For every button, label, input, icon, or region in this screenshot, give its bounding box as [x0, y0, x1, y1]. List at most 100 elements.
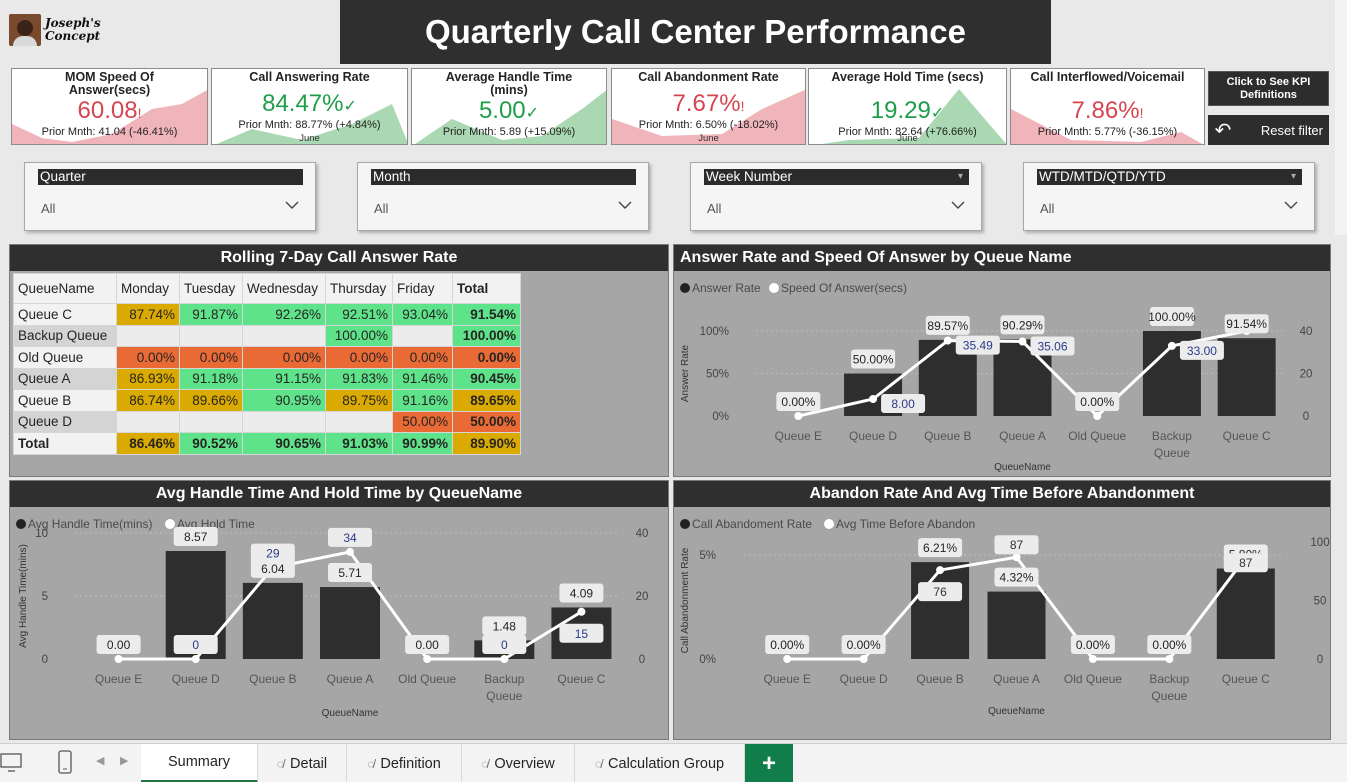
line-point[interactable]	[1088, 655, 1097, 663]
matrix-cell	[242, 410, 326, 433]
line-point[interactable]	[500, 655, 509, 663]
tab-summary[interactable]: Summary	[141, 744, 258, 782]
kpi-value-text: 5.00	[478, 97, 526, 124]
y-tick-left: 100%	[700, 326, 729, 338]
matrix-cell: 91.15%	[242, 367, 326, 390]
line-point[interactable]	[1165, 655, 1174, 663]
legend-label[interactable]: Speed Of Answer(secs)	[781, 281, 907, 295]
line-point[interactable]	[114, 655, 123, 663]
line-point[interactable]	[1012, 553, 1021, 562]
bar-data-label-group: 0.00	[96, 635, 141, 654]
slicer-week-number[interactable]: Week Number ▾ All	[690, 162, 982, 231]
x-tick-label: Queue D	[849, 429, 897, 443]
line-point[interactable]	[794, 412, 803, 420]
matrix-header-row: QueueName Monday Tuesday Wednesday Thursday F…	[13, 273, 521, 304]
matrix-column-header[interactable]: Tuesday	[179, 273, 243, 304]
line-point[interactable]	[346, 547, 354, 556]
matrix-row-label[interactable]: Queue A	[13, 367, 117, 390]
chevron-down-icon[interactable]	[951, 197, 965, 213]
tab-overview[interactable]: ◌̸ Overview	[462, 744, 575, 782]
matrix-cell	[242, 324, 326, 347]
matrix-cell: 91.18%	[179, 367, 243, 390]
tab-detail[interactable]: ◌̸ Detail	[258, 744, 347, 782]
matrix-row-label[interactable]: Queue D	[13, 410, 117, 433]
tab-label: Detail	[290, 755, 328, 772]
bar-data-label: 91.54%	[1226, 317, 1267, 331]
reset-filter-button[interactable]: ↶ Reset filter	[1208, 115, 1329, 145]
handle-time-chart-panel: Avg Handle Time And Hold Time by QueueNa…	[9, 480, 669, 740]
chevron-down-icon[interactable]	[618, 197, 632, 213]
matrix-column-header[interactable]: Monday	[116, 273, 180, 304]
matrix-cell: 86.93%	[116, 367, 180, 390]
kpi-month-label: June	[698, 133, 719, 144]
matrix-cell: 91.46%	[392, 367, 453, 390]
bar[interactable]	[1217, 338, 1276, 416]
slicer-value: All	[41, 201, 56, 216]
kpi-value: 84.47%✓	[212, 91, 407, 120]
line-data-label-group: 34	[328, 527, 372, 547]
y-axis-title: Avg Handle Time(mins)	[18, 544, 29, 648]
matrix-column-header[interactable]: QueueName	[13, 273, 117, 304]
line-data-label: 35.06	[1037, 339, 1067, 353]
line-data-label-group: 0	[173, 635, 218, 654]
line-point[interactable]	[423, 655, 432, 663]
line-point[interactable]	[783, 655, 792, 663]
y-tick-right: 40	[636, 528, 649, 540]
line-point[interactable]	[1018, 337, 1027, 346]
desktop-view-icon[interactable]	[0, 750, 24, 774]
matrix-title: Rolling 7-Day Call Answer Rate	[10, 245, 668, 271]
legend-label[interactable]: Call Abandoment Rate	[692, 517, 812, 531]
matrix-column-header[interactable]: Total	[452, 273, 521, 304]
bar-data-label-group: 0.00%	[841, 635, 886, 654]
y-tick-right: 0	[1303, 411, 1309, 423]
chevron-down-icon[interactable]	[285, 197, 299, 213]
kpi-definitions-button[interactable]: Click to See KPI Definitions	[1208, 71, 1329, 106]
logo-text: Joseph's Concept	[45, 17, 101, 43]
matrix-column-header[interactable]: Thursday	[325, 273, 393, 304]
line-point[interactable]	[1167, 341, 1176, 350]
matrix-column-header[interactable]: Friday	[392, 273, 453, 304]
slicer-wtd-mtd-qtd-ytd[interactable]: WTD/MTD/QTD/YTD ▾ All	[1023, 162, 1315, 231]
matrix-column-header[interactable]: Wednesday	[242, 273, 326, 304]
matrix-panel: Rolling 7-Day Call Answer Rate QueueName…	[9, 244, 669, 477]
line-data-label-group: 8.00	[881, 394, 926, 413]
slicer-month[interactable]: Month All	[357, 162, 649, 231]
tab-definition[interactable]: ◌̸ Definition	[347, 744, 462, 782]
line-point[interactable]	[869, 395, 878, 403]
matrix-row-label[interactable]: Queue B	[13, 389, 117, 412]
line-point[interactable]	[577, 607, 586, 616]
add-page-button[interactable]: +	[745, 744, 793, 782]
x-tick-label: Queue A	[327, 672, 374, 686]
line-point[interactable]	[191, 655, 200, 663]
legend-label[interactable]: Avg Time Before Abandon	[836, 517, 975, 531]
chevron-down-icon[interactable]	[1284, 197, 1298, 213]
line-point[interactable]	[859, 655, 868, 663]
slicer-label: Quarter	[40, 169, 86, 184]
mobile-view-icon[interactable]	[57, 749, 73, 775]
bar-data-label: 0.00%	[847, 638, 881, 652]
tab-calculation-group[interactable]: ◌̸ Calculation Group	[575, 744, 745, 782]
matrix-row-label[interactable]: Total	[13, 432, 117, 455]
bar[interactable]	[911, 562, 970, 659]
next-page-icon[interactable]: ▶	[120, 754, 128, 767]
bar-data-label-group: 0.00%	[765, 635, 810, 654]
bar[interactable]	[987, 591, 1046, 659]
matrix-row-label[interactable]: Queue C	[13, 303, 117, 326]
prev-page-icon[interactable]: ◀	[96, 754, 104, 767]
slicer-quarter[interactable]: Quarter All	[24, 162, 316, 231]
legend-label[interactable]: Answer Rate	[692, 281, 761, 295]
line-point[interactable]	[943, 336, 952, 345]
matrix-row-label[interactable]: Old Queue	[13, 346, 117, 369]
x-tick-label: Queue C	[557, 672, 605, 686]
hidden-eye-icon: ◌̸	[276, 756, 285, 771]
handle-time-chart-title: Avg Handle Time And Hold Time by QueueNa…	[10, 481, 668, 507]
bar-data-label: 0.00%	[1076, 638, 1110, 652]
bar-data-label: 89.57%	[927, 319, 968, 333]
bar-data-label: 8.57	[184, 530, 208, 544]
line-point[interactable]	[1093, 412, 1102, 420]
line-point[interactable]	[936, 566, 945, 575]
bar[interactable]	[320, 587, 380, 659]
matrix-row-label[interactable]: Backup Queue	[13, 324, 117, 347]
matrix-cell	[392, 324, 453, 347]
logo-text-line2: Concept	[45, 29, 101, 43]
